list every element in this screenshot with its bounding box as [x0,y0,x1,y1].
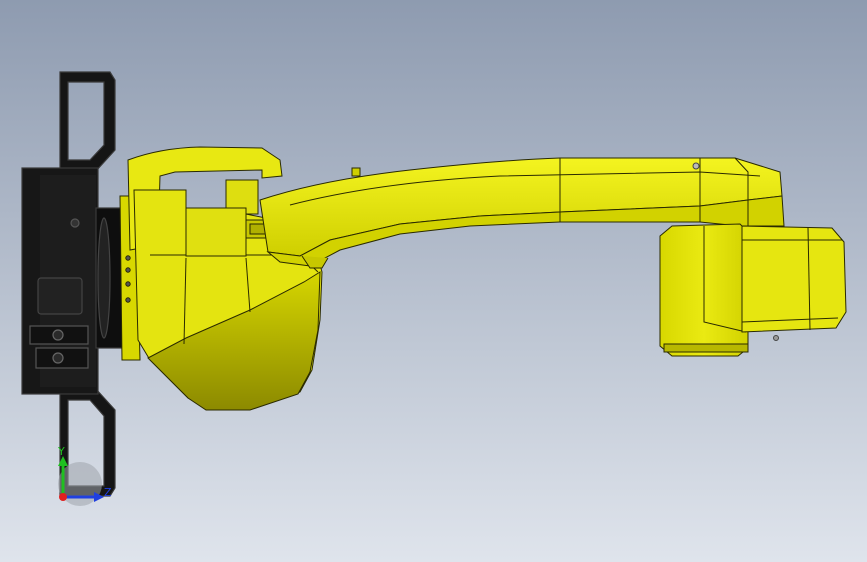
cad-3d-viewport[interactable]: Y Z [0,0,867,562]
triad-x-axis-dot [59,493,67,501]
robot-arm-model-view[interactable]: Y Z [0,0,867,562]
triad-y-label: Y [57,445,65,458]
wrist-motor-cylinder [741,225,847,333]
triad-z-label: Z [104,486,112,499]
